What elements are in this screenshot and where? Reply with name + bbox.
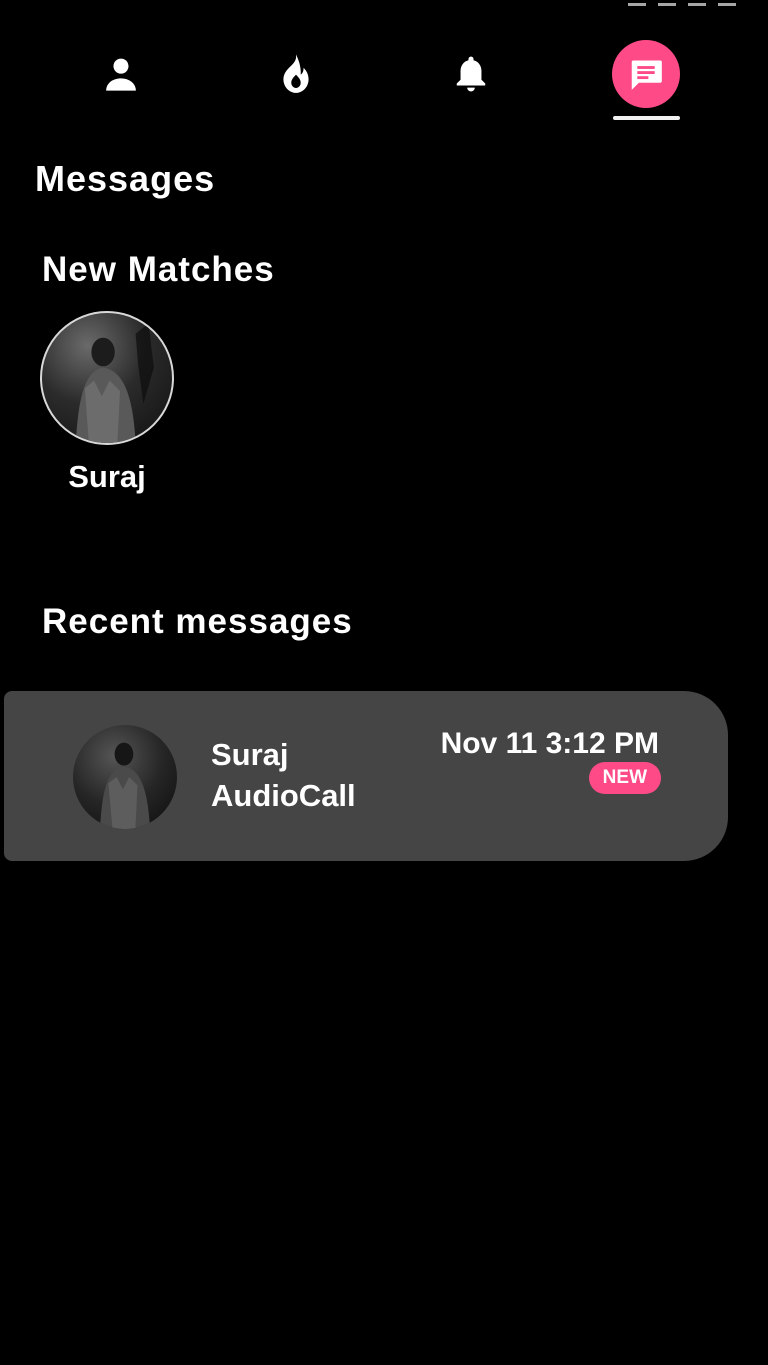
active-tab-indicator (612, 40, 680, 108)
avatar[interactable] (40, 311, 174, 445)
recent-messages-heading: Recent messages (42, 602, 353, 641)
status-icon (628, 0, 646, 6)
tab-notifications[interactable] (437, 38, 505, 110)
top-navigation (0, 38, 768, 122)
messages-screen: Messages New Matches Suraj Recent messag… (0, 0, 768, 1365)
match-item[interactable]: Suraj (40, 311, 174, 495)
conversation-item[interactable]: Suraj AudioCall Nov 11 3:12 PM NEW (4, 691, 728, 861)
avatar (73, 725, 177, 829)
status-bar (628, 0, 736, 8)
tab-underline (613, 116, 680, 120)
match-name: Suraj (68, 459, 146, 494)
tab-messages[interactable] (612, 38, 680, 110)
page-title: Messages (35, 158, 216, 199)
new-matches-heading: New Matches (42, 250, 275, 289)
status-icon (718, 0, 736, 6)
new-badge: NEW (588, 762, 661, 794)
conversation-timestamp: Nov 11 3:12 PM (440, 727, 659, 760)
status-icon (688, 0, 706, 6)
person-icon (106, 58, 136, 91)
chat-icon (631, 60, 662, 90)
flame-icon (283, 54, 309, 93)
bell-icon (456, 56, 486, 92)
conversation-name: Suraj (211, 737, 289, 772)
tab-discover[interactable] (262, 38, 330, 110)
conversation-preview: AudioCall (211, 778, 356, 813)
status-icon (658, 0, 676, 6)
tab-profile[interactable] (87, 38, 155, 110)
